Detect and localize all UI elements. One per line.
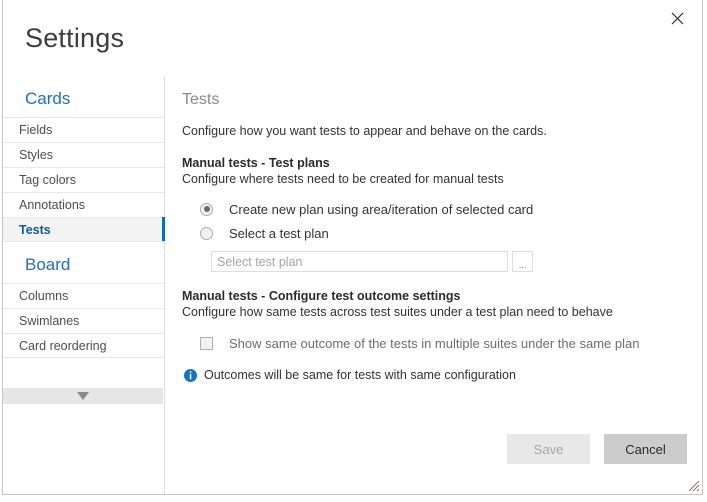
dialog-titlebar: Settings: [3, 0, 702, 76]
section-test-plans-title: Manual tests - Test plans: [182, 156, 330, 170]
page-title: Settings: [25, 23, 125, 53]
sidebar-item-label: Fields: [19, 123, 53, 137]
chevron-down-icon: [77, 392, 89, 400]
sidebar-item-annotations[interactable]: Annotations: [3, 192, 164, 217]
radio-select-test-plan-label: Select a test plan: [229, 225, 329, 241]
close-icon: [671, 12, 684, 25]
checkbox-show-same-outcome-label: Show same outcome of the tests in multip…: [229, 335, 640, 351]
test-plan-selector: ...: [211, 251, 682, 272]
settings-content: Tests Configure how you want tests to ap…: [166, 76, 702, 494]
save-button[interactable]: Save: [507, 434, 590, 464]
radio-unselected-icon: [200, 226, 213, 240]
sidebar-item-label: Card reordering: [19, 339, 107, 353]
sidebar-scroll-down-button[interactable]: [3, 388, 163, 404]
sidebar-item-swimlanes[interactable]: Swimlanes: [3, 308, 164, 333]
dialog-footer: Save Cancel: [507, 434, 687, 464]
sidebar-item-fields[interactable]: Fields: [3, 117, 164, 142]
settings-sidebar: Cards Fields Styles Tag colors Annotatio…: [3, 76, 165, 494]
radio-selected-icon: [200, 202, 213, 216]
sidebar-item-label: Annotations: [19, 198, 86, 212]
sidebar-item-label: Tests: [19, 223, 51, 237]
info-icon: [184, 368, 197, 382]
radio-select-test-plan[interactable]: Select a test plan: [200, 221, 682, 245]
sidebar-item-label: Styles: [19, 148, 54, 162]
section-outcome-title: Manual tests - Configure test outcome se…: [182, 289, 461, 303]
content-title: Tests: [182, 91, 220, 108]
cancel-button[interactable]: Cancel: [604, 434, 687, 464]
info-message-text: Outcomes will be same for tests with sam…: [204, 368, 516, 382]
sidebar-item-tag-colors[interactable]: Tag colors: [3, 167, 164, 192]
radio-create-new-plan-label: Create new plan using area/iteration of …: [229, 201, 534, 217]
section-outcome-subtitle: Configure how same tests across test sui…: [182, 305, 613, 319]
sidebar-item-columns[interactable]: Columns: [3, 283, 164, 308]
sidebar-item-label: Tag colors: [19, 173, 76, 187]
settings-dialog: Settings Cards Fields Styles Tag colors …: [2, 0, 703, 495]
radio-create-new-plan[interactable]: Create new plan using area/iteration of …: [200, 197, 682, 221]
checkbox-show-same-outcome[interactable]: Show same outcome of the tests in multip…: [200, 330, 682, 356]
content-description: Configure how you want tests to appear a…: [182, 124, 547, 138]
sidebar-item-label: Swimlanes: [19, 314, 80, 328]
resize-grip[interactable]: [687, 479, 700, 492]
test-plan-input[interactable]: [211, 251, 508, 272]
nav-group-cards-header: Cards: [25, 89, 71, 108]
section-test-plans-subtitle: Configure where tests need to be created…: [182, 172, 504, 186]
sidebar-item-card-reordering[interactable]: Card reordering: [3, 333, 164, 358]
nav-group-board-header: Board: [25, 255, 71, 274]
sidebar-item-tests[interactable]: Tests: [3, 217, 165, 242]
info-message: Outcomes will be same for tests with sam…: [184, 368, 682, 382]
sidebar-item-label: Columns: [19, 289, 69, 303]
test-plan-browse-button[interactable]: ...: [512, 251, 533, 272]
close-button[interactable]: [662, 5, 692, 31]
sidebar-item-styles[interactable]: Styles: [3, 142, 164, 167]
checkbox-unchecked-icon: [200, 336, 213, 350]
